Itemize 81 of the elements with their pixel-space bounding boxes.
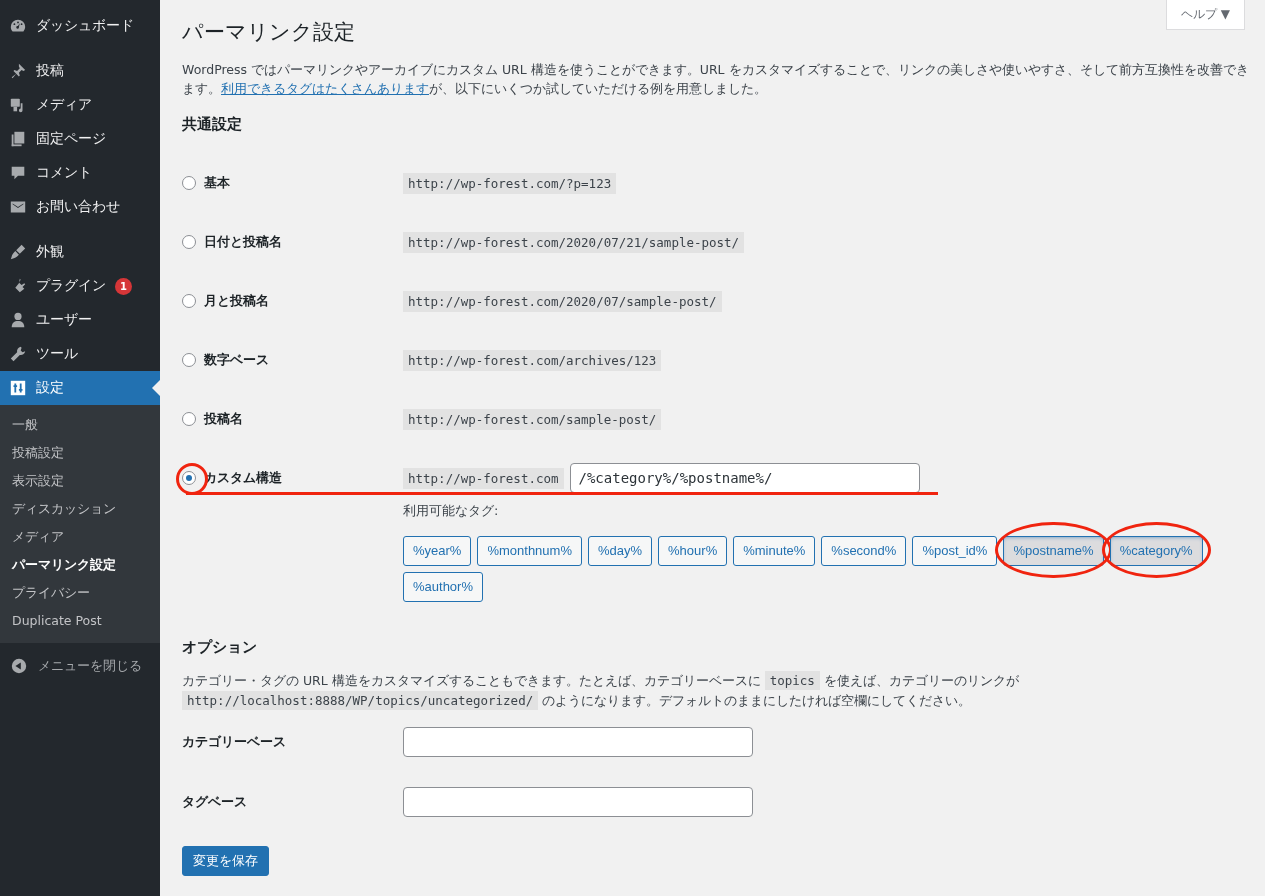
text-field[interactable] (403, 727, 753, 757)
menu-item[interactable]: 投稿 (0, 54, 160, 88)
menu-label: メディア (36, 96, 92, 114)
menu-label: ユーザー (36, 311, 92, 329)
help-button[interactable]: ヘルプ ▼ (1165, 0, 1245, 30)
collapse-menu-button[interactable]: メニューを閉じる (0, 649, 160, 683)
text-field[interactable] (403, 787, 753, 817)
example-url: http://wp-forest.com/2020/07/21/sample-post/ (403, 231, 745, 253)
example-url: http://wp-forest.com/2020/07/sample-post/ (403, 290, 722, 312)
menu-item[interactable]: ツール (0, 337, 160, 371)
menu-item[interactable]: お問い合わせ (0, 190, 160, 224)
example-url: http://wp-forest.com/?p=123 (403, 172, 617, 194)
page-title: パーマリンク設定 (182, 19, 356, 46)
tag-button[interactable]: %day% (587, 535, 653, 566)
menu-item[interactable]: ユーザー (0, 303, 160, 337)
menu-item[interactable]: プラグイン 1 (0, 269, 160, 303)
menu-label: 外観 (36, 243, 64, 261)
example-url: http://wp-forest.com (403, 467, 564, 489)
menu-label: ツール (36, 345, 78, 363)
radio-button[interactable] (182, 294, 196, 309)
menu-item[interactable]: コメント (0, 156, 160, 190)
options-description: カテゴリー・タグの URL 構造をカスタマイズすることもできます。たとえば、カテゴリーベースに topics を使えば、カテゴリーのリンクが http://localhost:8888/WP/topics/uncategorized/ のようになります。デフォルトのままにしたければ空欄にしてください。 (182, 670, 1020, 712)
menu-label: お問い合わせ (36, 198, 120, 216)
submenu-item[interactable]: 投稿設定 (0, 439, 160, 467)
option-label: 月と投稿名 (204, 292, 269, 311)
section-heading: オプション (182, 637, 258, 657)
radio-button[interactable] (182, 235, 196, 250)
save-button[interactable]: 変更を保存 (182, 846, 269, 876)
tag-button[interactable]: %postname% (1003, 535, 1104, 566)
settings-icon (9, 379, 27, 397)
example-url: http://wp-forest.com/archives/123 (403, 349, 662, 371)
menu-item[interactable]: ダッシュボード (0, 9, 160, 43)
menu-label: 投稿 (36, 62, 64, 80)
person-icon (9, 311, 27, 329)
submenu-item[interactable]: 表示設定 (0, 467, 160, 495)
tags-link[interactable]: 利用できるタグはたくさんあります (221, 81, 429, 97)
tag-button[interactable]: %post_id% (912, 535, 998, 566)
submenu-item[interactable]: 一般 (0, 411, 160, 439)
wrench-icon (9, 345, 27, 363)
field-label: タグベース (182, 793, 248, 811)
option-label: 日付と投稿名 (204, 233, 282, 252)
intro-text: WordPress ではパーマリンクやアーカイブにカスタム URL 構造を使うことができます。URL をカスタマイズすることで、リンクの美しさや使いやすさ、そして前方互換性を改善できます。利用できるタグはたくさんありますが、以下にいくつか試していただける例を用意しました。 (182, 61, 1250, 99)
submenu-item[interactable]: メディア (0, 523, 160, 551)
pushpin-icon (9, 62, 27, 80)
option-label: 投稿名 (204, 410, 243, 429)
menu-label: 固定ページ (36, 130, 106, 148)
menu-label: プラグイン (36, 277, 106, 295)
submenu-item[interactable]: Duplicate Post (0, 607, 160, 635)
submenu-item[interactable]: プライバシー (0, 579, 160, 607)
menu-label: 設定 (36, 379, 64, 397)
custom-structure-field[interactable]: /%category%/%postname%/ (569, 463, 920, 494)
tag-button[interactable]: %category% (1109, 535, 1203, 566)
radio-button[interactable] (182, 412, 196, 427)
pages-icon (9, 130, 27, 148)
radio-button[interactable] (182, 176, 196, 191)
tag-button[interactable]: %hour% (658, 535, 728, 566)
example-url: http://wp-forest.com/sample-post/ (403, 408, 662, 430)
speech-bubble-icon (9, 164, 27, 182)
tag-button[interactable]: %second% (821, 535, 907, 566)
radio-button[interactable] (182, 471, 196, 486)
menu-item[interactable]: 固定ページ (0, 122, 160, 156)
field-label: カテゴリーベース (182, 733, 287, 751)
tag-button[interactable]: %author% (403, 571, 483, 602)
tag-button[interactable]: %year% (403, 535, 472, 566)
menu-label: ダッシュボード (36, 17, 134, 35)
menu-label: コメント (36, 164, 92, 182)
radio-button[interactable] (182, 353, 196, 368)
update-count-badge: 1 (115, 277, 132, 295)
option-label: 基本 (204, 174, 230, 193)
submenu-item[interactable]: パーマリンク設定 (0, 551, 160, 579)
tag-button[interactable]: %minute% (733, 535, 816, 566)
option-label: 数字ベース (204, 351, 269, 370)
collapse-icon (10, 657, 28, 675)
menu-item[interactable]: メディア (0, 88, 160, 122)
menu-item[interactable]: 外観 (0, 235, 160, 269)
submenu-item[interactable]: ディスカッション (0, 495, 160, 523)
tag-button[interactable]: %monthnum% (477, 535, 582, 566)
menu-item[interactable]: 設定 (0, 371, 160, 405)
available-tags-label: 利用可能なタグ: (403, 501, 500, 520)
paintbrush-icon (9, 243, 27, 261)
section-heading: 共通設定 (182, 114, 243, 134)
